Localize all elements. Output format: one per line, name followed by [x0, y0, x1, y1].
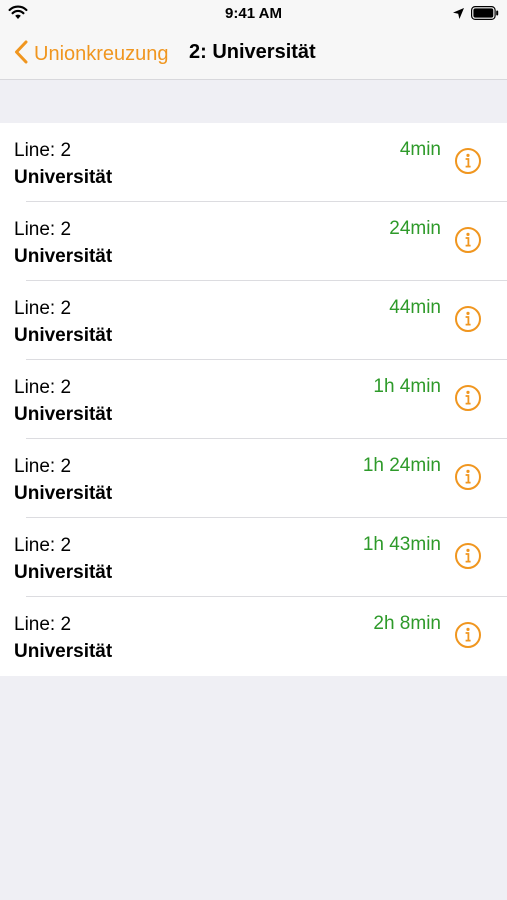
- info-icon[interactable]: [454, 147, 482, 175]
- destination-label: Universität: [14, 167, 113, 188]
- line-label: Line: 2: [14, 614, 72, 635]
- departure-time: 1h 43min: [362, 534, 441, 555]
- departure-time: 4min: [399, 139, 441, 160]
- navigation-bar: Unionkreuzung 2: Universität: [0, 28, 507, 80]
- back-button-label: Unionkreuzung: [34, 42, 169, 65]
- departure-time: 1h 24min: [362, 455, 441, 476]
- departure-row[interactable]: Line: 2 Universität 44min: [0, 281, 507, 360]
- line-label: Line: 2: [14, 219, 72, 240]
- departure-row[interactable]: Line: 2 Universität 1h 43min: [0, 518, 507, 597]
- line-label: Line: 2: [14, 377, 72, 398]
- departure-row[interactable]: Line: 2 Universität 1h 24min: [0, 439, 507, 518]
- back-button[interactable]: Unionkreuzung: [14, 39, 169, 69]
- status-time: 9:41 AM: [225, 5, 282, 22]
- departure-row[interactable]: Line: 2 Universität 1h 4min: [0, 360, 507, 439]
- departure-row[interactable]: Line: 2 Universität 24min: [0, 202, 507, 281]
- info-icon[interactable]: [454, 384, 482, 412]
- info-icon[interactable]: [454, 621, 482, 649]
- location-icon: [452, 7, 465, 25]
- destination-label: Universität: [14, 641, 113, 662]
- departure-time: 44min: [389, 297, 441, 318]
- info-icon[interactable]: [454, 542, 482, 570]
- line-label: Line: 2: [14, 140, 72, 161]
- destination-label: Universität: [14, 483, 113, 504]
- departure-row[interactable]: Line: 2 Universität 4min: [0, 123, 507, 202]
- line-label: Line: 2: [14, 535, 72, 556]
- departure-time: 1h 4min: [373, 376, 441, 397]
- departure-list: Line: 2 Universität 4min Line: 2 Univers…: [0, 123, 507, 676]
- line-label: Line: 2: [14, 456, 72, 477]
- destination-label: Universität: [14, 325, 113, 346]
- info-icon[interactable]: [454, 463, 482, 491]
- info-icon[interactable]: [454, 305, 482, 333]
- destination-label: Universität: [14, 404, 113, 425]
- status-bar: 9:41 AM: [0, 0, 507, 28]
- chevron-left-icon: [14, 40, 28, 69]
- line-label: Line: 2: [14, 298, 72, 319]
- destination-label: Universität: [14, 562, 113, 583]
- departure-time: 24min: [389, 218, 441, 239]
- destination-label: Universität: [14, 246, 113, 267]
- departure-time: 2h 8min: [373, 613, 441, 634]
- departure-row[interactable]: Line: 2 Universität 2h 8min: [0, 597, 507, 676]
- info-icon[interactable]: [454, 226, 482, 254]
- page-title: 2: Universität: [189, 41, 316, 63]
- battery-icon: [471, 6, 499, 25]
